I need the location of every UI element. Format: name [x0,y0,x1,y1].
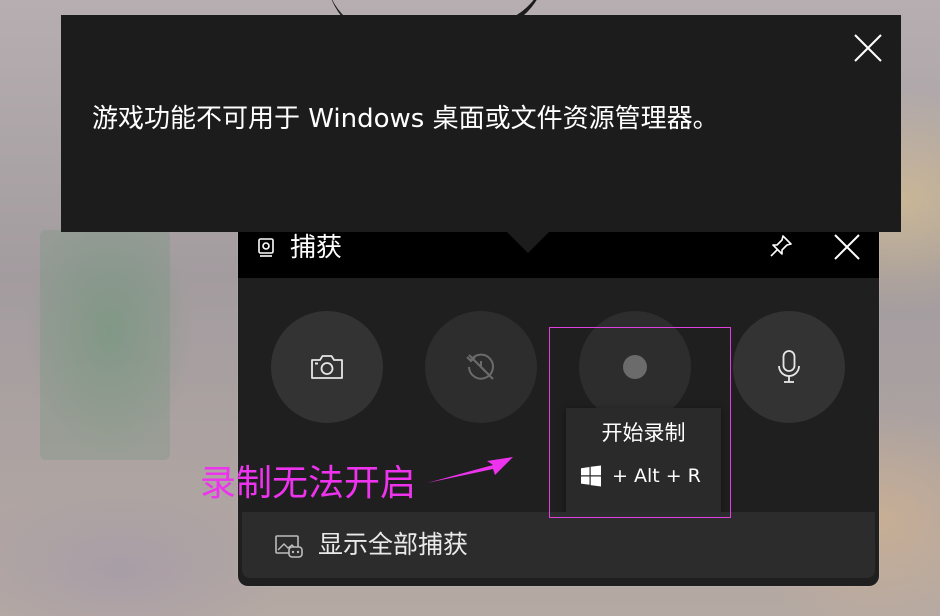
camera-icon [311,355,343,379]
show-all-captures-button[interactable]: 显示全部捕获 [242,512,875,578]
annotation-text: 录制无法开启 [200,463,417,504]
gallery-icon [275,535,303,558]
microphone-icon [778,350,800,383]
annotation-highlight-box [549,327,731,518]
annotation-arrow [427,457,513,483]
close-icon [854,34,882,62]
microphone-button[interactable] [733,311,845,423]
pin-icon [770,235,792,257]
screenshot-button[interactable] [271,311,383,423]
record-last-30s-button[interactable] [425,311,537,423]
capture-widget-title: 捕获 [290,233,343,263]
capture-close-button[interactable] [832,232,862,262]
close-icon [834,234,860,260]
pin-button[interactable] [765,230,797,262]
show-all-captures-label: 显示全部捕获 [318,530,469,559]
replay-disabled-icon [466,353,494,380]
notification-message: 游戏功能不可用于 Windows 桌面或文件资源管理器。 [92,104,719,134]
notification-toast: 游戏功能不可用于 Windows 桌面或文件资源管理器。 [61,15,901,253]
notification-close-button[interactable] [851,31,885,65]
webcam-icon [258,238,274,257]
background-decor [40,230,170,460]
notification-pointer [507,232,549,253]
